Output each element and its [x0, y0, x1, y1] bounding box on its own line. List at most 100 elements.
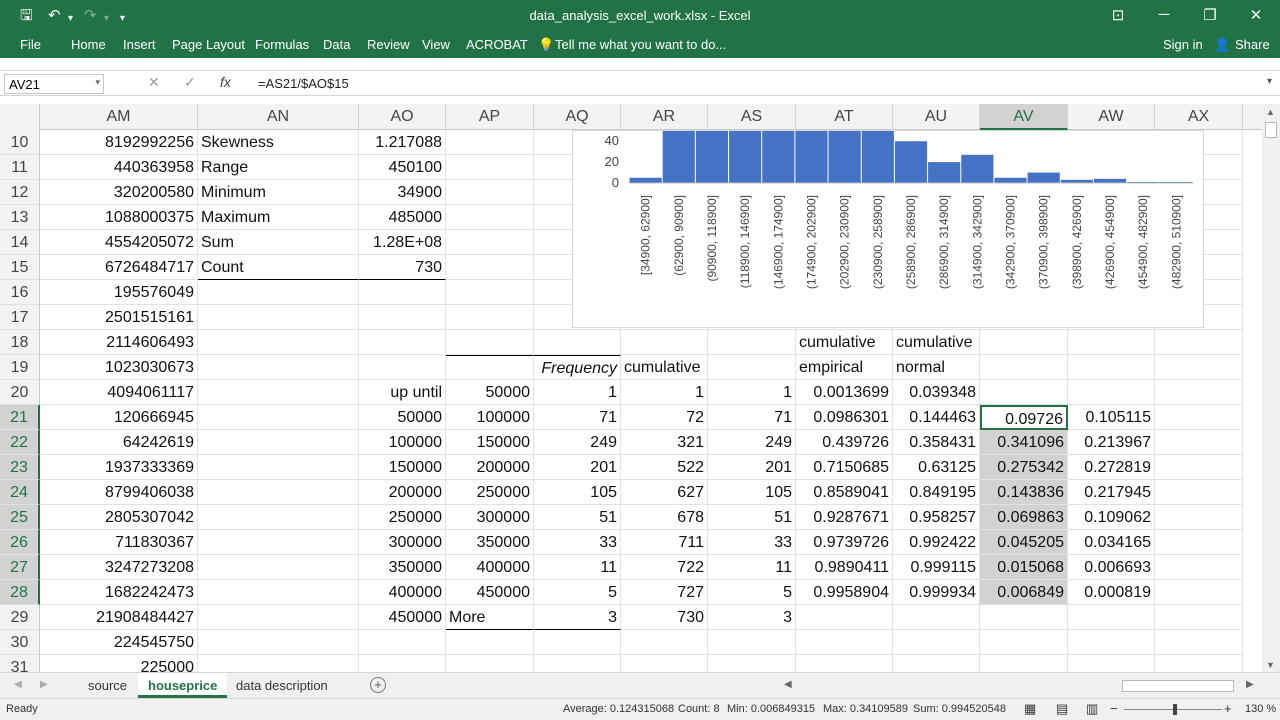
tab-acrobat[interactable]: ACROBAT: [466, 37, 528, 52]
cell-am23[interactable]: 1937333369: [40, 455, 198, 480]
cell-ap25[interactable]: 300000: [446, 505, 534, 530]
cell-am19[interactable]: 1023030673: [40, 355, 198, 380]
row-header[interactable]: 12: [0, 180, 40, 205]
histogram-bar[interactable]: [994, 177, 1027, 183]
cell-an14[interactable]: Sum: [198, 230, 359, 255]
cell-av23[interactable]: 0.275342: [980, 455, 1068, 480]
zoom-slider-thumb[interactable]: [1173, 704, 1177, 715]
cell-ao28[interactable]: 400000: [359, 580, 446, 605]
sign-in-link[interactable]: Sign in: [1163, 37, 1203, 52]
cell-ax28[interactable]: [1155, 580, 1243, 605]
cell-av19[interactable]: [980, 355, 1068, 380]
cell-ao22[interactable]: 100000: [359, 430, 446, 455]
cell-an23[interactable]: [198, 455, 359, 480]
sheet-tab-source[interactable]: source: [78, 673, 137, 698]
cell-aw19[interactable]: [1068, 355, 1155, 380]
cell-au22[interactable]: 0.358431: [893, 430, 980, 455]
cell-am31[interactable]: 225000: [40, 655, 198, 672]
cell-ap20[interactable]: 50000: [446, 380, 534, 405]
cell-ao20[interactable]: up until: [359, 380, 446, 405]
row-header[interactable]: 24: [0, 480, 40, 505]
row-header[interactable]: 14: [0, 230, 40, 255]
cell-ar26[interactable]: 711: [621, 530, 708, 555]
histogram-bar[interactable]: [629, 177, 662, 183]
cell-an26[interactable]: [198, 530, 359, 555]
cell-am17[interactable]: 2501515161: [40, 305, 198, 330]
cell-ao17[interactable]: [359, 305, 446, 330]
cell-aw29[interactable]: [1068, 605, 1155, 630]
cell-am11[interactable]: 440363958: [40, 155, 198, 180]
scroll-right-icon[interactable]: ▶: [1246, 679, 1254, 690]
cell-av22[interactable]: 0.341096: [980, 430, 1068, 455]
cell-au21[interactable]: 0.144463: [893, 405, 980, 430]
cell-ap29[interactable]: More: [446, 605, 534, 630]
cell-ax18[interactable]: [1155, 330, 1243, 355]
add-sheet-button[interactable]: +: [370, 677, 386, 693]
cell-as28[interactable]: 5: [708, 580, 796, 605]
row-header[interactable]: 26: [0, 530, 40, 555]
cell-ao26[interactable]: 300000: [359, 530, 446, 555]
histogram-bar[interactable]: [729, 131, 762, 183]
tab-view[interactable]: View: [422, 37, 450, 52]
cell-av29[interactable]: [980, 605, 1068, 630]
cell-aq26[interactable]: 33: [534, 530, 621, 555]
histogram-bar[interactable]: [961, 154, 994, 183]
cell-ax24[interactable]: [1155, 480, 1243, 505]
cell-ar27[interactable]: 722: [621, 555, 708, 580]
cell-aw22[interactable]: 0.213967: [1068, 430, 1155, 455]
cell-aq20[interactable]: 1: [534, 380, 621, 405]
row-header[interactable]: 17: [0, 305, 40, 330]
cell-ao12[interactable]: 34900: [359, 180, 446, 205]
cell-ap15[interactable]: [446, 255, 534, 280]
page-break-view-icon[interactable]: ▥: [1086, 701, 1098, 717]
cell-an30[interactable]: [198, 630, 359, 655]
cell-aq30[interactable]: [534, 630, 621, 655]
cell-ar18[interactable]: [621, 330, 708, 355]
cell-av25[interactable]: 0.069863: [980, 505, 1068, 530]
histogram-bar[interactable]: [861, 131, 894, 183]
histogram-bar[interactable]: [662, 131, 695, 183]
cell-at26[interactable]: 0.9739726: [796, 530, 893, 555]
cell-ap19[interactable]: [446, 355, 534, 380]
cell-ao23[interactable]: 150000: [359, 455, 446, 480]
scroll-left-icon[interactable]: ◀: [784, 679, 792, 690]
cell-aw24[interactable]: 0.217945: [1068, 480, 1155, 505]
cell-ax22[interactable]: [1155, 430, 1243, 455]
cell-av24[interactable]: 0.143836: [980, 480, 1068, 505]
cell-at24[interactable]: 0.8589041: [796, 480, 893, 505]
cell-ar20[interactable]: 1: [621, 380, 708, 405]
row-header[interactable]: 18: [0, 330, 40, 355]
cell-aw28[interactable]: 0.000819: [1068, 580, 1155, 605]
tab-home[interactable]: Home: [71, 37, 106, 52]
cell-aq31[interactable]: [534, 655, 621, 672]
histogram-bar[interactable]: [695, 131, 729, 183]
row-header[interactable]: 23: [0, 455, 40, 480]
cell-aw23[interactable]: 0.272819: [1068, 455, 1155, 480]
cell-ap27[interactable]: 400000: [446, 555, 534, 580]
cell-as24[interactable]: 105: [708, 480, 796, 505]
cell-am25[interactable]: 2805307042: [40, 505, 198, 530]
cell-as27[interactable]: 11: [708, 555, 796, 580]
histogram-bar[interactable]: [1027, 172, 1060, 183]
cell-am30[interactable]: 224545750: [40, 630, 198, 655]
cancel-icon[interactable]: ✕: [148, 74, 160, 91]
cell-ao11[interactable]: 450100: [359, 155, 446, 180]
cell-au28[interactable]: 0.999934: [893, 580, 980, 605]
cell-ap10[interactable]: [446, 130, 534, 155]
cell-au24[interactable]: 0.849195: [893, 480, 980, 505]
cell-av20[interactable]: [980, 380, 1068, 405]
cell-aq23[interactable]: 201: [534, 455, 621, 480]
cell-aw31[interactable]: [1068, 655, 1155, 672]
cell-an31[interactable]: [198, 655, 359, 672]
cell-an24[interactable]: [198, 480, 359, 505]
cell-av30[interactable]: [980, 630, 1068, 655]
cell-an20[interactable]: [198, 380, 359, 405]
cell-an18[interactable]: [198, 330, 359, 355]
cell-aq24[interactable]: 105: [534, 480, 621, 505]
row-header[interactable]: 13: [0, 205, 40, 230]
tab-data[interactable]: Data: [323, 37, 350, 52]
cell-am13[interactable]: 1088000375: [40, 205, 198, 230]
cell-an19[interactable]: [198, 355, 359, 380]
scroll-down-icon[interactable]: ▼: [1266, 660, 1275, 670]
share-button[interactable]: Share: [1235, 37, 1270, 52]
